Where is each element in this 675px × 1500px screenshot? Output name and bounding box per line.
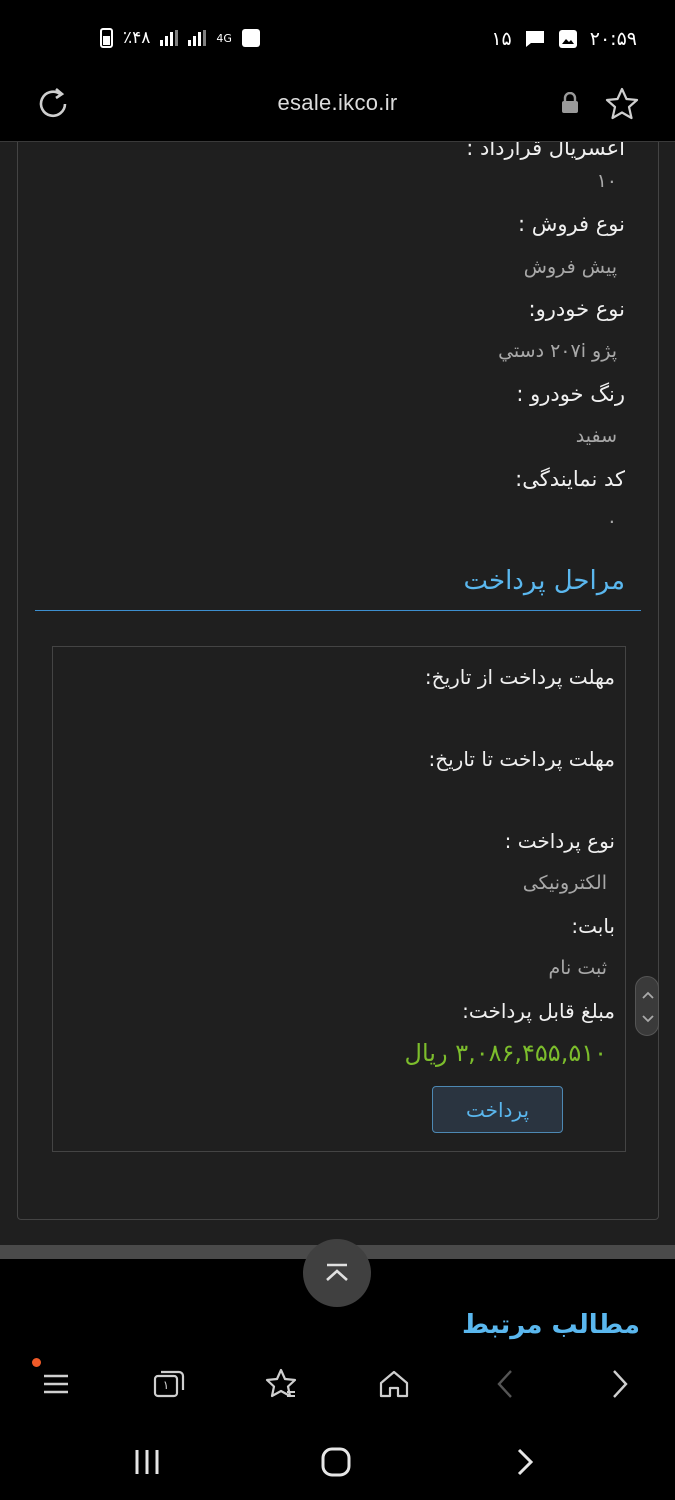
car-color-label: رنگ خودرو : <box>516 382 625 406</box>
network-type: 4G <box>216 31 232 45</box>
pay-type-label: نوع پرداخت : <box>504 829 615 853</box>
car-type-value: پژو ۲۰۷i دستي <box>498 340 617 362</box>
signal-icon <box>160 30 179 46</box>
agency-code-value: ۰ <box>606 510 617 532</box>
notification-count: ۱۵ <box>491 28 512 50</box>
signal-icon-2 <box>188 30 207 46</box>
tabs-button[interactable]: ۱ <box>149 1364 189 1404</box>
reason-label: بابت: <box>571 914 615 938</box>
agency-code-label: کد نمایندگی: <box>515 467 625 491</box>
tabs-count: ۱ <box>162 1378 170 1392</box>
home-nav-icon[interactable] <box>316 1442 356 1482</box>
message-icon <box>525 31 544 47</box>
partial-field: اعسريال قرارداد : <box>466 142 625 160</box>
lock-icon[interactable] <box>560 92 580 114</box>
car-color-value: سفيد <box>575 425 617 447</box>
scroll-arrows-icon <box>642 991 654 1023</box>
browser-toolbar: ۱ <box>0 1342 675 1426</box>
status-right-icons: ۱۵ ۲۰:۵۹ <box>491 28 637 50</box>
back-icon[interactable] <box>486 1364 526 1404</box>
car-type-field: نوع خودرو: <box>529 297 625 321</box>
system-nav-bar <box>0 1426 675 1500</box>
status-left-icons: ٪۴۸ 4G <box>100 28 260 48</box>
data-saver-icon <box>241 29 260 47</box>
related-articles-title: مطالب مرتبط <box>461 1310 640 1340</box>
status-bar: ٪۴۸ 4G ۱۵ ۲۰:۵۹ <box>0 0 675 80</box>
section-divider <box>35 610 641 611</box>
home-icon[interactable] <box>374 1364 414 1404</box>
payment-box: مهلت پرداخت از تاریخ: مهلت پرداخت تا تار… <box>52 646 626 1152</box>
battery-level: ٪۴۸ <box>123 28 151 48</box>
url-bar: esale.ikco.ir <box>0 80 675 142</box>
sale-type-field: نوع فروش : <box>518 212 625 236</box>
to-date-label: مهلت پرداخت تا تاریخ: <box>428 747 615 771</box>
payment-steps-title: مراحل پرداخت <box>463 566 625 596</box>
partial-value: ۱۰ <box>596 170 617 192</box>
bookmarks-icon[interactable] <box>261 1364 301 1404</box>
car-color-field: رنگ خودرو : <box>516 382 625 406</box>
car-type-label: نوع خودرو: <box>528 297 625 321</box>
clock: ۲۰:۵۹ <box>589 28 637 50</box>
amount-label: مبلغ قابل پرداخت: <box>462 999 615 1023</box>
agency-code-field: کد نمایندگی: <box>515 467 625 491</box>
amount-value: ۳,۰۸۶,۴۵۵,۵۱۰ ريال <box>404 1039 607 1067</box>
pay-button[interactable]: پرداخت <box>432 1086 563 1133</box>
partial-label: اعسريال قرارداد : <box>466 142 625 160</box>
recent-apps-icon[interactable] <box>127 1442 167 1482</box>
pay-type-value: الکترونیکی <box>522 872 607 894</box>
forward-icon[interactable] <box>599 1364 639 1404</box>
scroll-handle[interactable] <box>635 976 659 1036</box>
web-page: اعسريال قرارداد : ۱۰ نوع فروش : پيش فروش… <box>0 142 675 1342</box>
sale-type-label: نوع فروش : <box>517 212 625 236</box>
menu-icon[interactable] <box>36 1364 76 1404</box>
from-date-label: مهلت پرداخت از تاریخ: <box>424 665 615 689</box>
scroll-to-top-button[interactable] <box>303 1239 371 1307</box>
sale-type-value: پيش فروش <box>523 256 617 278</box>
chevron-up-icon <box>326 1263 348 1281</box>
bookmark-star-icon[interactable] <box>604 86 640 122</box>
gallery-icon <box>558 30 577 48</box>
reason-value: ثبت نام <box>548 957 607 979</box>
battery-icon <box>100 28 113 48</box>
back-nav-icon[interactable] <box>505 1442 545 1482</box>
